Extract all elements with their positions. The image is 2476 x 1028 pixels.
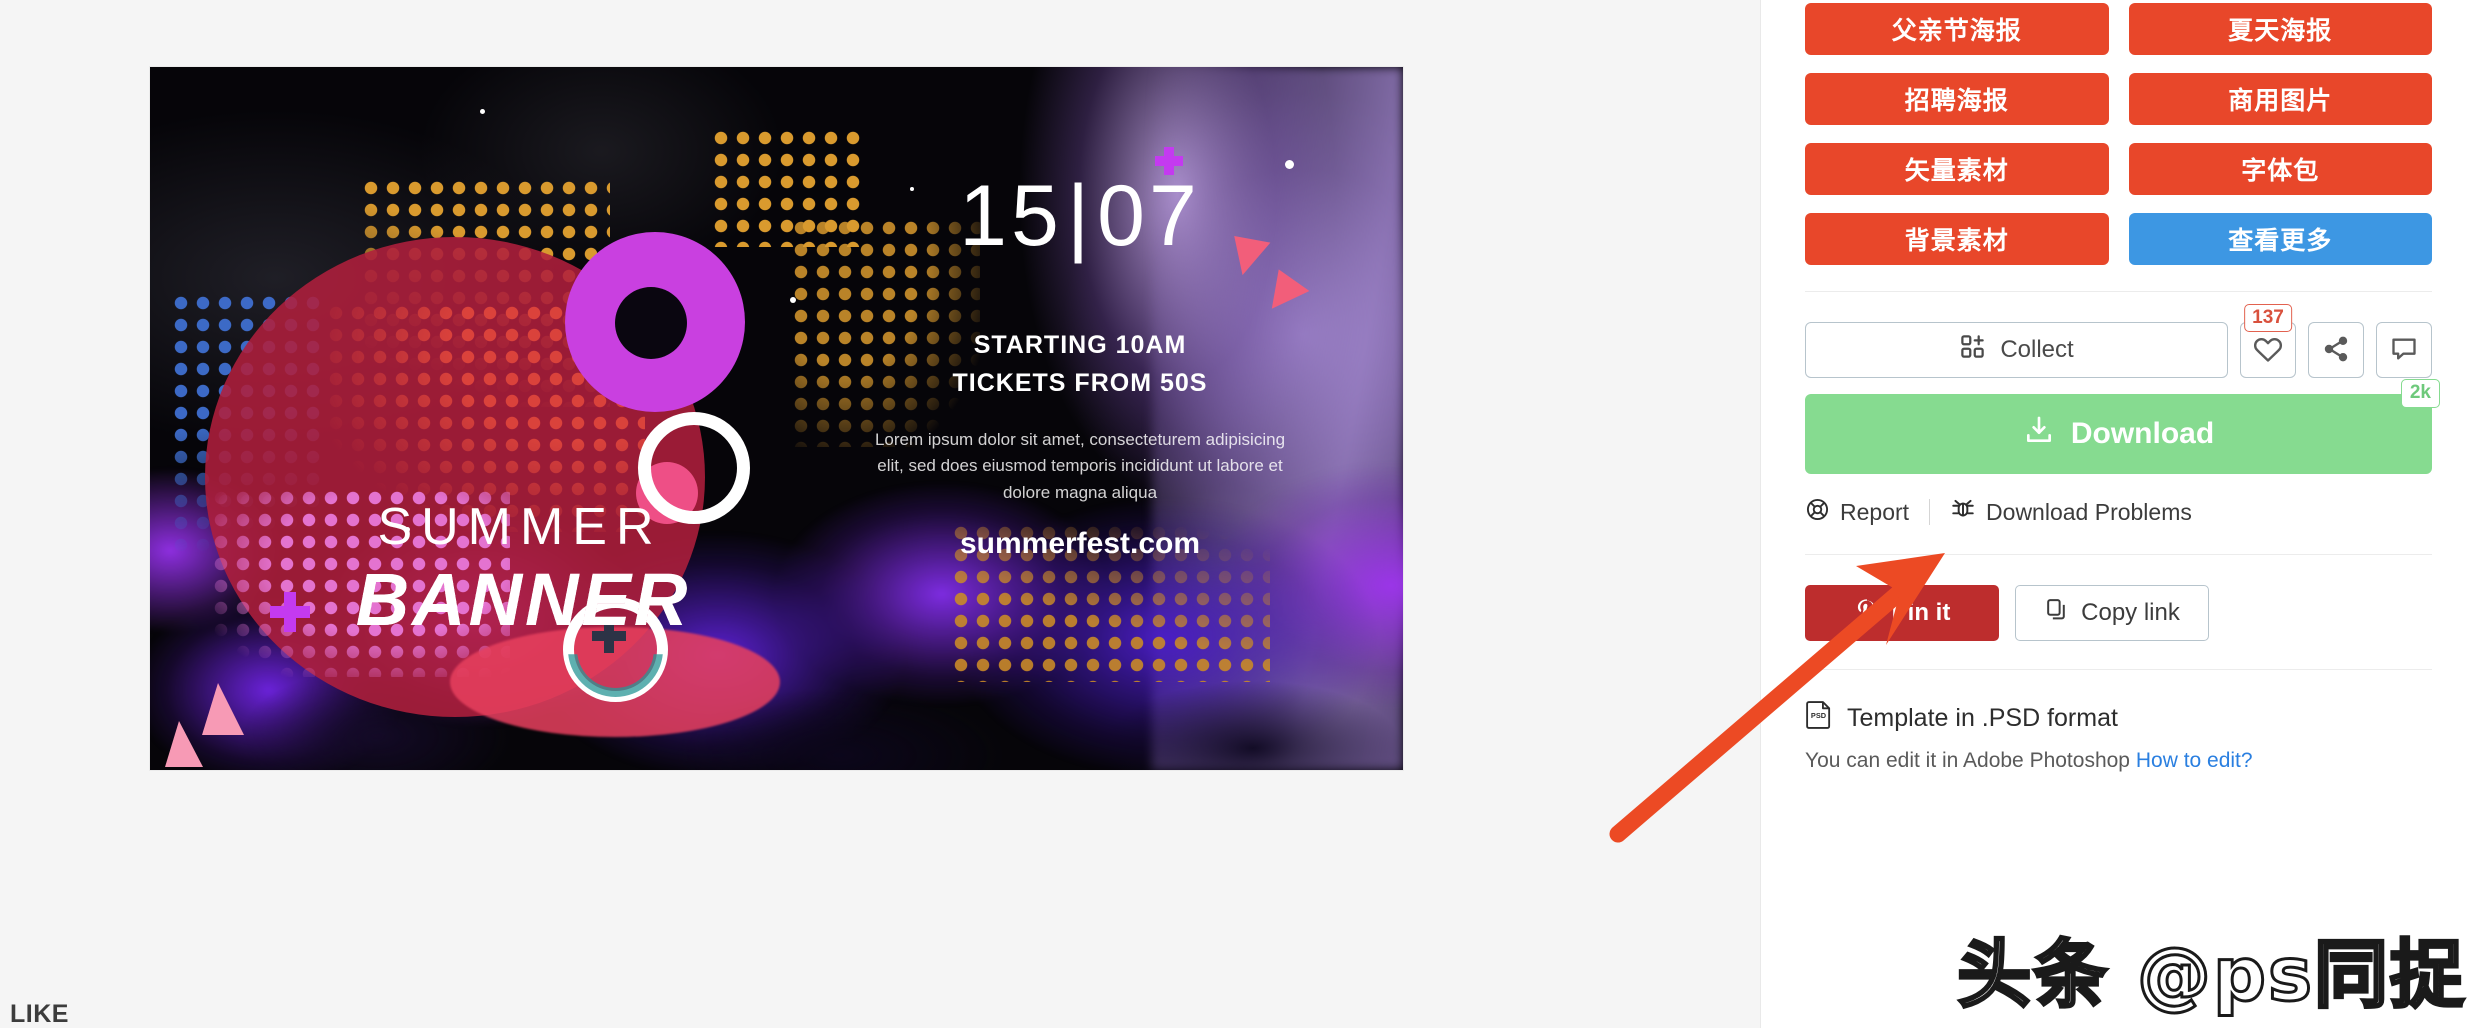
pinterest-icon [1854, 597, 1880, 630]
tag-button-recruitment-poster[interactable]: 招聘海报 [1805, 73, 2109, 125]
psd-file-icon: PSD [1805, 700, 1833, 737]
psd-subtitle: You can edit it in Adobe Photoshop How t… [1805, 749, 2432, 773]
copy-link-label: Copy link [2081, 599, 2180, 626]
banner-info: STARTING 10AM TICKETS FROM 50S [865, 327, 1295, 402]
banner-info-line1: STARTING 10AM [973, 331, 1187, 359]
tag-button-view-more[interactable]: 查看更多 [2128, 213, 2432, 265]
sidebar-divider-2 [1805, 554, 2432, 555]
banner-lorem-text: Lorem ipsum dolor sit amet, consecteture… [874, 430, 1286, 502]
tag-button-vector-assets[interactable]: 矢量素材 [1805, 143, 2109, 195]
collect-icon [1959, 333, 1986, 367]
report-icon [1805, 497, 1830, 528]
preview-card: SUMMER BANNER 15|07 STARTING 10AM TICKET… [0, 0, 1760, 1028]
banner-preview-image[interactable]: SUMMER BANNER 15|07 STARTING 10AM TICKET… [150, 67, 1403, 770]
banner-title-line2: BANNER [268, 557, 778, 642]
watermark-overlay: 头条 @ps同捉 [1956, 915, 2466, 1022]
copy-icon [2044, 597, 2069, 629]
action-buttons-row: Collect 137 [1805, 304, 2432, 378]
download-problems-label: Download Problems [1986, 498, 2192, 525]
bug-icon [1950, 496, 1976, 528]
report-link-label: Report [1840, 498, 1910, 525]
psd-info-block: PSD Template in .PSD format You can edit… [1805, 700, 2432, 773]
detail-sidebar: 父亲节海报 夏天海报 招聘海报 商用图片 矢量素材 字体包 背景素材 查看更多 [1760, 0, 2476, 1028]
psd-title-label: Template in .PSD format [1847, 704, 2118, 732]
report-link[interactable]: Report [1805, 497, 1909, 528]
pin-it-button[interactable]: Pin it [1805, 585, 1999, 641]
download-count-badge: 2k [2400, 379, 2440, 408]
banner-date-day: 15 [959, 168, 1063, 264]
like-count-badge: 137 [2244, 304, 2292, 332]
tag-button-fathers-day-poster[interactable]: 父亲节海报 [1805, 3, 2109, 55]
banner-title-line1: SUMMER [377, 498, 663, 556]
comment-icon [2390, 335, 2418, 366]
download-button-wrapper: 2k Download [1805, 379, 2440, 474]
preview-pane: SUMMER BANNER 15|07 STARTING 10AM TICKET… [0, 0, 1760, 1028]
psd-subtitle-text: You can edit it in Adobe Photoshop [1805, 749, 2130, 772]
share-icon [2322, 335, 2350, 366]
svg-text:PSD: PSD [1811, 711, 1827, 720]
share-buttons-row: Pin it Copy link [1805, 585, 2432, 641]
download-button[interactable]: Download [1805, 394, 2432, 474]
banner-date-separator: | [1066, 168, 1094, 264]
like-button[interactable]: 137 [2240, 304, 2296, 378]
copy-link-button[interactable]: Copy link [2015, 585, 2209, 641]
banner-copy: SUMMER BANNER 15|07 STARTING 10AM TICKET… [150, 67, 1403, 770]
share-button[interactable] [2308, 322, 2364, 378]
sidebar-divider-1 [1805, 291, 2432, 292]
psd-title-row: PSD Template in .PSD format [1805, 700, 2432, 737]
banner-info-line2: TICKETS FROM 50S [952, 368, 1208, 397]
watermark-text: 头条 @ps同捉 [1956, 931, 2466, 1020]
tag-button-font-pack[interactable]: 字体包 [2128, 143, 2432, 195]
resource-detail-page: SUMMER BANNER 15|07 STARTING 10AM TICKET… [0, 0, 2476, 1028]
banner-website: summerfest.com [959, 527, 1201, 560]
sidebar-divider-3 [1805, 669, 2432, 670]
meta-links-row: Report Download Problems [1805, 496, 2432, 528]
related-tags-grid: 父亲节海报 夏天海报 招聘海报 商用图片 矢量素材 字体包 背景素材 查看更多 [1805, 0, 2432, 265]
pin-it-label: Pin it [1891, 599, 1951, 626]
download-icon [2023, 414, 2055, 454]
tag-button-summer-poster[interactable]: 夏天海报 [2128, 3, 2432, 55]
download-button-label: Download [2070, 417, 2215, 450]
how-to-edit-link[interactable]: How to edit? [2136, 749, 2253, 772]
banner-date-month: 07 [1097, 168, 1201, 264]
like-section-label: LIKE [10, 1000, 69, 1028]
collect-button[interactable]: Collect [1805, 322, 2228, 378]
banner-date: 15|07 [865, 167, 1295, 266]
comment-button[interactable] [2376, 322, 2432, 378]
tag-button-background-assets[interactable]: 背景素材 [1805, 213, 2109, 265]
heart-icon [2253, 334, 2283, 367]
download-problems-link[interactable]: Download Problems [1950, 496, 2192, 528]
collect-button-label: Collect [2000, 336, 2074, 363]
meta-divider [1929, 499, 1931, 525]
tag-button-commercial-images[interactable]: 商用图片 [2128, 73, 2432, 125]
